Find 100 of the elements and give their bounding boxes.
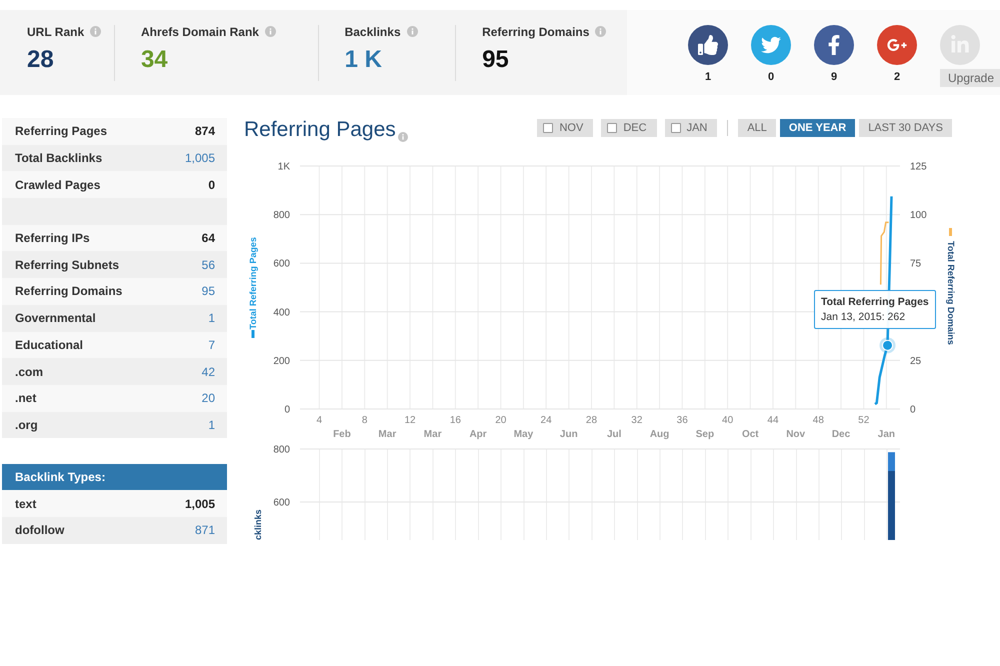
axis-tick-label: 8 — [362, 415, 368, 426]
stat-value: 1 K — [344, 46, 383, 72]
axis-tick-label: 0 — [910, 404, 916, 416]
metric-label: Educational — [15, 338, 84, 352]
hover-point — [880, 337, 896, 354]
legend-label: Total Referring Pages — [248, 237, 258, 330]
axis-tick-label: 1K — [278, 162, 290, 172]
axis-tick-label: 40 — [722, 415, 734, 426]
metric-label: Governmental — [15, 311, 96, 326]
axis-tick-label: 52 — [858, 415, 870, 426]
axis-tick-label: 800 — [273, 210, 290, 222]
tooltip-title: Total Referring Pages — [821, 296, 929, 308]
month-label: Jul — [606, 429, 622, 440]
month-filter-toggle[interactable]: DEC — [601, 119, 657, 137]
axis-tick-label: 4 — [316, 415, 322, 426]
range-button[interactable]: ONE YEAR — [780, 119, 856, 137]
axis-tick-label: 600 — [273, 258, 290, 270]
info-icon[interactable] — [398, 132, 408, 142]
range-button[interactable]: LAST 30 DAYS — [859, 119, 952, 137]
share-count: 2 — [894, 71, 900, 83]
month-label: Apr — [469, 429, 487, 440]
stat-value: 34 — [140, 46, 169, 72]
info-icon[interactable] — [90, 26, 102, 37]
info-icon[interactable] — [406, 26, 418, 37]
twitter-share-button[interactable] — [751, 25, 791, 65]
month-label: Oct — [742, 429, 759, 440]
axis-tick-label: 125 — [910, 162, 927, 172]
axis-tick-label: 48 — [812, 415, 824, 426]
range-button[interactable]: ALL — [738, 119, 776, 137]
google-plus-share-button[interactable] — [877, 25, 917, 65]
axis-tick-label: 20 — [495, 415, 506, 426]
axis-tick-label: 28 — [586, 415, 598, 426]
legend-label: Total Referring Domains — [946, 241, 956, 345]
metric-value: 1,005 — [184, 496, 215, 511]
stat-label: Backlinks — [344, 24, 401, 38]
month-filter-toggle[interactable]: JAN — [664, 119, 718, 137]
metric-value: 0 — [208, 178, 215, 192]
month-label: May — [514, 429, 534, 440]
stat-label: Ahrefs Domain Rank — [140, 24, 259, 38]
checkbox[interactable] — [543, 123, 554, 133]
axis-tick-label: 600 — [273, 498, 290, 508]
upgrade-button[interactable]: Upgrade — [940, 69, 1000, 87]
axis-tick-label: 16 — [450, 415, 461, 426]
metric-link[interactable]: 871 — [194, 523, 215, 538]
metric-link[interactable]: 56 — [202, 258, 215, 272]
metric-link[interactable]: 42 — [202, 364, 215, 379]
share-count: 9 — [830, 71, 838, 83]
tooltip-text: Jan 13, 2015: 262 — [821, 311, 906, 323]
month-filter-toggle[interactable]: NOV — [537, 119, 594, 137]
axis-tick-label: 75 — [910, 258, 922, 270]
metric-label: Total Backlinks — [15, 151, 102, 166]
stat-value: 95 — [482, 46, 510, 72]
thumbs-up-icon — [698, 35, 718, 55]
metric-label: Crawled Pages — [15, 178, 100, 192]
month-label: Aug — [650, 429, 670, 440]
axis-tick-label: 44 — [767, 415, 779, 426]
stat-label: URL Rank — [27, 24, 84, 38]
facebook-share-button[interactable] — [814, 25, 854, 65]
axis-tick-label: 0 — [284, 404, 290, 416]
metric-link[interactable]: 95 — [202, 284, 215, 298]
month-label: Dec — [832, 429, 850, 440]
metric-link[interactable]: 1 — [208, 311, 215, 326]
section-header: Backlink Types: — [2, 464, 227, 490]
axis-tick-label: 36 — [676, 415, 688, 426]
metric-label: .net — [15, 391, 36, 406]
month-label: Mar — [424, 429, 442, 440]
share-count: 1 — [704, 71, 712, 83]
checkbox[interactable] — [607, 123, 618, 133]
axis-tick-label: 32 — [631, 415, 642, 426]
axis-tick-label: 12 — [404, 415, 416, 426]
stat-value: 28 — [27, 46, 55, 72]
twitter-icon — [761, 35, 781, 55]
panel-title: Referring Pages — [244, 118, 396, 142]
metric-link[interactable]: 1 — [208, 418, 215, 432]
axis-title: cklinks — [253, 509, 263, 540]
metric-link[interactable]: 1,005 — [184, 151, 215, 166]
metric-label: dofollow — [15, 523, 64, 538]
metric-value: 64 — [202, 231, 215, 246]
legend-marker — [252, 330, 254, 338]
metric-link[interactable]: 20 — [202, 391, 215, 406]
axis-tick-label: 400 — [273, 307, 290, 318]
axis-tick-label: 25 — [910, 356, 922, 367]
axis-tick-label: 800 — [273, 445, 290, 456]
month-label: Jun — [560, 429, 578, 440]
month-label: Mar — [378, 429, 396, 440]
metric-link[interactable]: 7 — [208, 338, 215, 352]
metric-label: Referring IPs — [15, 231, 90, 246]
checkbox[interactable] — [670, 123, 681, 133]
metric-label: Referring Pages — [15, 124, 108, 138]
metric-label: Referring Domains — [15, 284, 122, 298]
metric-label: text — [15, 496, 36, 511]
metric-label: Referring Subnets — [15, 258, 120, 272]
month-label: Jan — [878, 429, 895, 440]
axis-tick-label: 200 — [273, 356, 290, 367]
info-icon[interactable] — [595, 26, 606, 37]
thumbs-up-share-button[interactable] — [688, 25, 728, 65]
info-icon[interactable] — [264, 26, 276, 37]
metric-label: .org — [15, 418, 38, 432]
stat-label: Referring Domains — [482, 24, 590, 38]
metric-value: 874 — [194, 124, 215, 138]
